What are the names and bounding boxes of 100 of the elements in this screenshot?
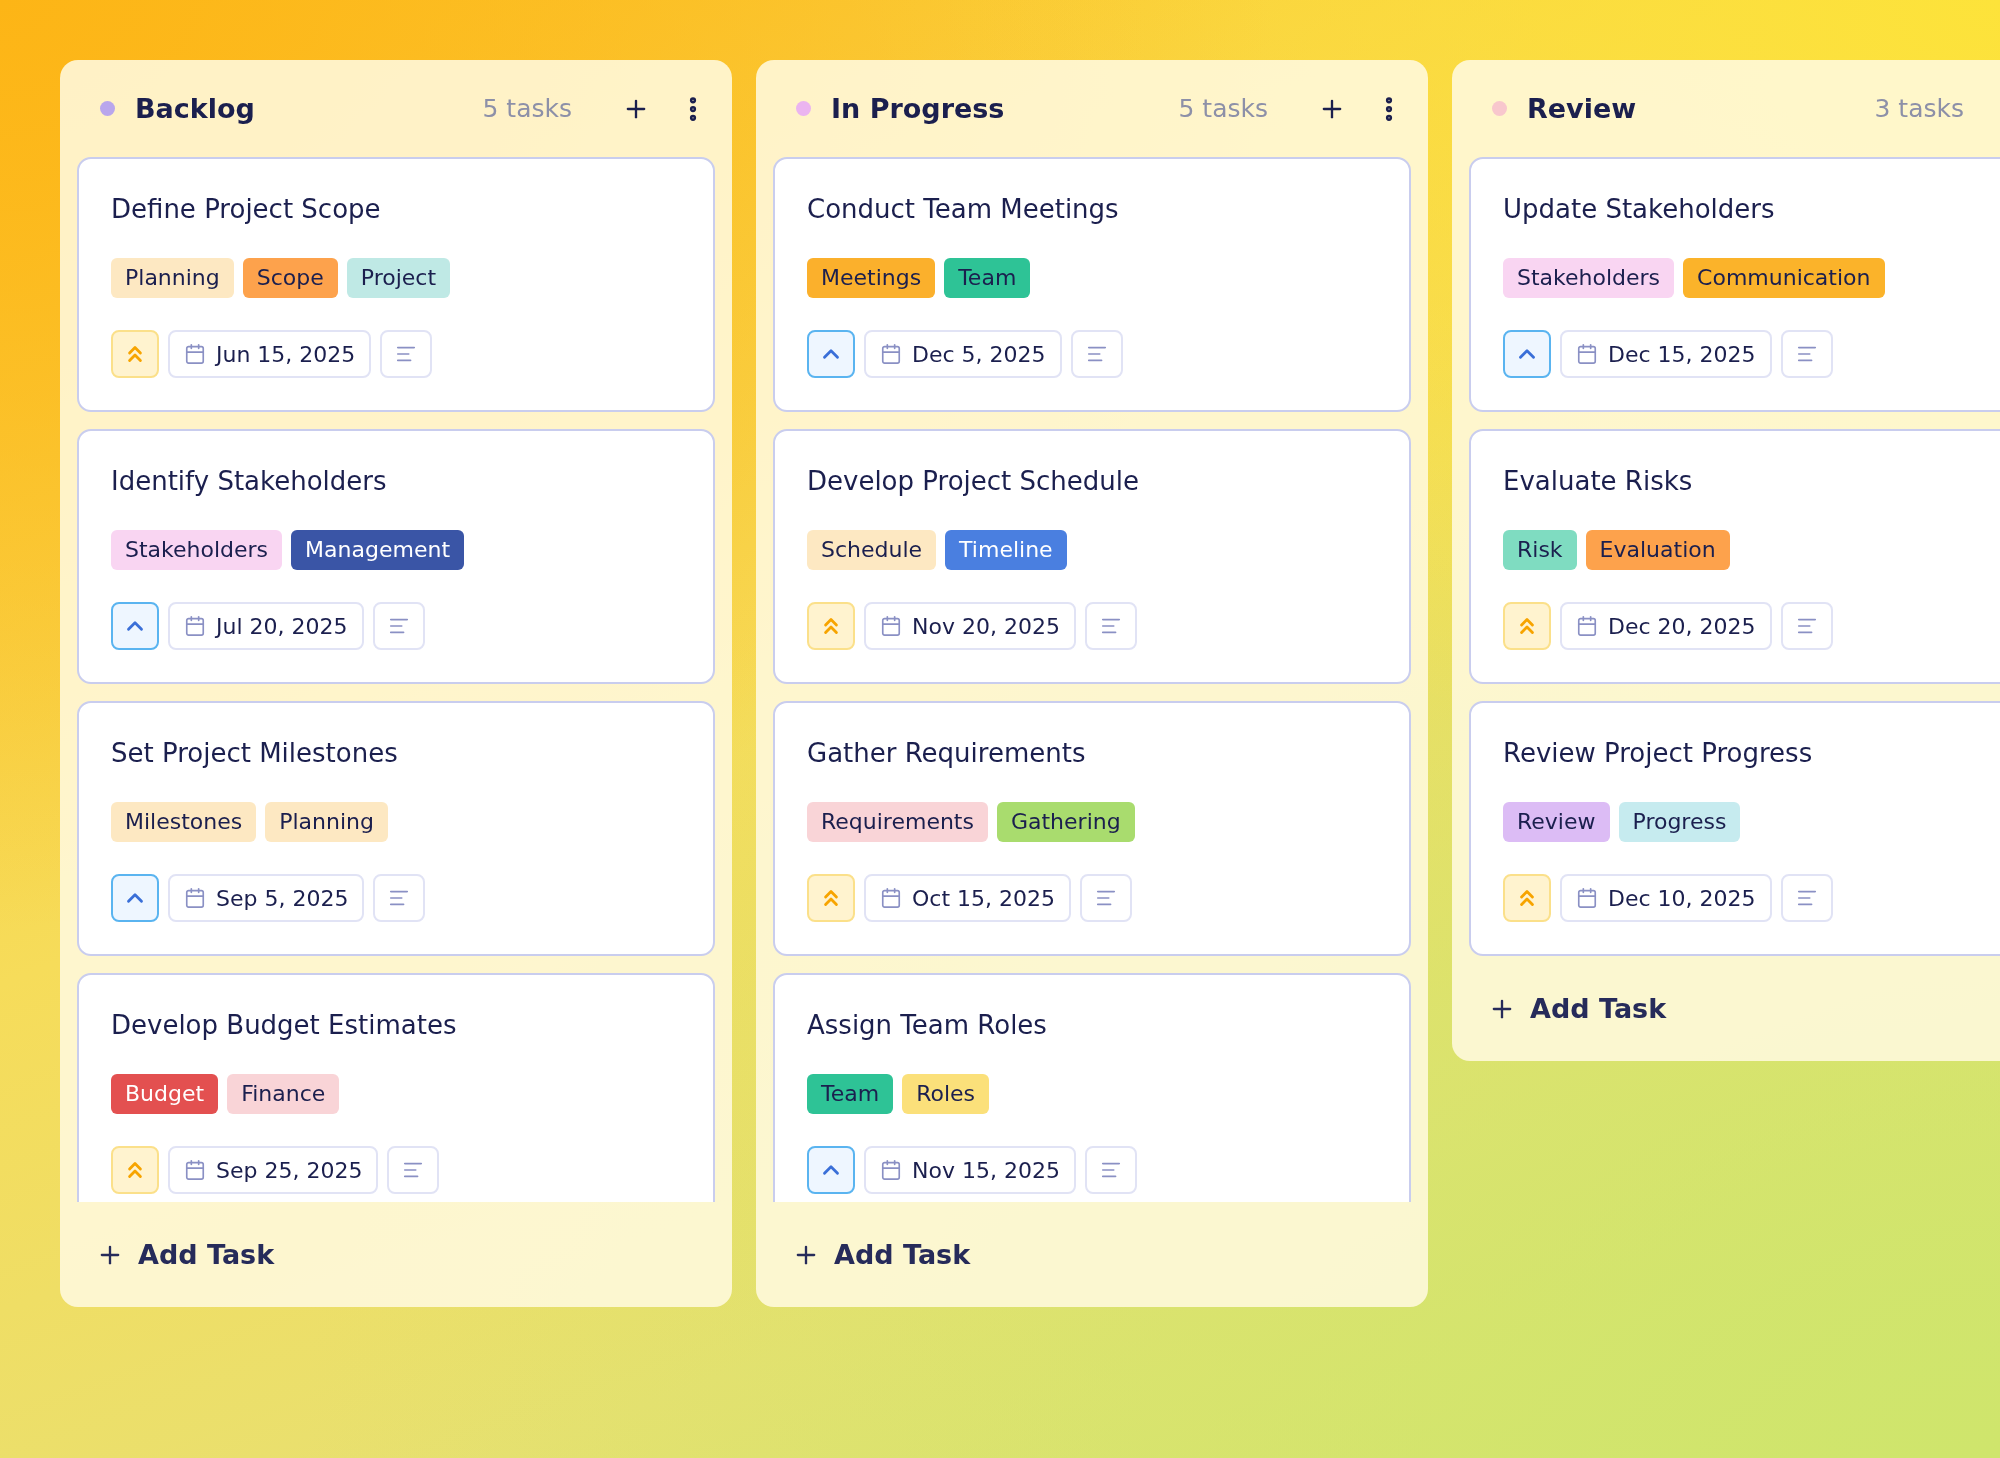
due-date: Dec 20, 2025: [1608, 613, 1756, 639]
task-card[interactable]: Review Project Progress Review Progress Dec 10, 2025: [1469, 701, 2000, 956]
calendar-icon: [880, 887, 902, 909]
task-count: 3 tasks: [1874, 94, 1964, 123]
notes-button[interactable]: [380, 330, 433, 378]
tag: Review: [1503, 802, 1610, 842]
due-date-button[interactable]: Sep 5, 2025: [168, 874, 365, 922]
task-title: Define Project Scope: [111, 194, 381, 224]
calendar-icon: [1576, 615, 1598, 637]
tag: Stakeholders: [111, 530, 283, 570]
tag: Evaluation: [1585, 530, 1730, 570]
task-title: Conduct Team Meetings: [807, 194, 1119, 224]
calendar-icon: [184, 615, 206, 637]
due-date: Jun 15, 2025: [216, 341, 356, 367]
tag: Timeline: [945, 530, 1067, 570]
task-card[interactable]: Conduct Team Meetings Meetings Team Dec 5, 2025: [773, 157, 1411, 412]
add-task-button[interactable]: Add Task: [756, 1202, 971, 1307]
calendar-icon: [880, 615, 902, 637]
tag: Progress: [1618, 802, 1741, 842]
tag: Project: [346, 258, 451, 298]
column-title: Review: [1527, 93, 1638, 124]
due-date-button[interactable]: Oct 15, 2025: [864, 874, 1071, 922]
due-date-button[interactable]: Dec 5, 2025: [864, 330, 1062, 378]
task-card[interactable]: Set Project Milestones Milestones Planning Sep 5, 2025: [77, 701, 715, 956]
calendar-icon: [1576, 343, 1598, 365]
due-date-button[interactable]: Jul 20, 2025: [168, 602, 364, 650]
due-date: Nov 20, 2025: [912, 613, 1060, 639]
notes-button[interactable]: [1780, 874, 1833, 922]
due-date-button[interactable]: Dec 20, 2025: [1560, 602, 1772, 650]
task-count: 5 tasks: [482, 94, 572, 123]
tag: Risk: [1503, 530, 1577, 570]
task-card[interactable]: Develop Budget Estimates Budget Finance Sep 25, 2025: [77, 973, 715, 1202]
due-date: Oct 15, 2025: [912, 885, 1055, 911]
due-date-button[interactable]: Jun 15, 2025: [168, 330, 372, 378]
priority-button[interactable]: [807, 330, 855, 378]
due-date: Dec 15, 2025: [1608, 341, 1756, 367]
priority-button[interactable]: [111, 874, 159, 922]
due-date: Sep 5, 2025: [216, 885, 349, 911]
tag: Planning: [265, 802, 388, 842]
task-count: 5 tasks: [1178, 94, 1268, 123]
task-title: Evaluate Risks: [1503, 466, 1693, 496]
priority-button[interactable]: [1503, 330, 1551, 378]
task-title: Gather Requirements: [807, 738, 1086, 768]
notes-button[interactable]: [1070, 330, 1123, 378]
tag: Gathering: [996, 802, 1135, 842]
tag: Management: [291, 530, 465, 570]
due-date: Dec 10, 2025: [1608, 885, 1756, 911]
calendar-icon: [184, 343, 206, 365]
calendar-icon: [184, 1159, 206, 1181]
tag: Schedule: [807, 530, 937, 570]
tag: Team: [944, 258, 1031, 298]
notes-button[interactable]: [1080, 874, 1132, 922]
due-date: Sep 25, 2025: [216, 1157, 363, 1183]
task-card[interactable]: Develop Project Schedule Schedule Timeline Nov 20, 2025: [773, 429, 1411, 684]
task-card[interactable]: Define Project Scope Planning Scope Project Jun 15, 2025: [77, 157, 715, 412]
notes-button[interactable]: [1780, 330, 1833, 378]
tag: Scope: [242, 258, 338, 298]
task-title: Update Stakeholders: [1503, 194, 1775, 224]
due-date: Nov 15, 2025: [912, 1157, 1060, 1183]
calendar-icon: [880, 343, 902, 365]
notes-button[interactable]: [387, 1146, 440, 1194]
notes-button[interactable]: [372, 602, 425, 650]
due-date: Dec 5, 2025: [912, 341, 1046, 367]
notes-button[interactable]: [373, 874, 426, 922]
notes-button[interactable]: [1084, 602, 1137, 650]
due-date-button[interactable]: Nov 20, 2025: [864, 602, 1076, 650]
due-date-button[interactable]: Dec 15, 2025: [1560, 330, 1772, 378]
tag: Meetings: [807, 258, 936, 298]
task-card[interactable]: Gather Requirements Requirements Gathering Oct 15, 2025: [773, 701, 1411, 956]
tag: Communication: [1683, 258, 1885, 298]
priority-button[interactable]: [111, 602, 159, 650]
task-card[interactable]: Identify Stakeholders Stakeholders Management Jul 20, 2025: [77, 429, 715, 684]
tag: Stakeholders: [1503, 258, 1675, 298]
tag: Planning: [111, 258, 234, 298]
due-date-button[interactable]: Nov 15, 2025: [864, 1146, 1076, 1194]
task-title: Develop Project Schedule: [807, 466, 1139, 496]
tag: Milestones: [111, 802, 257, 842]
add-task-button[interactable]: Add Task: [60, 1202, 275, 1307]
task-title: Set Project Milestones: [111, 738, 398, 768]
task-card[interactable]: Assign Team Roles Team Roles Nov 15, 2025: [773, 973, 1411, 1202]
task-title: Review Project Progress: [1503, 738, 1813, 768]
tag: Team: [807, 1074, 894, 1114]
due-date: Jul 20, 2025: [216, 613, 348, 639]
column-title: Backlog: [135, 93, 256, 124]
task-card[interactable]: Evaluate Risks Risk Evaluation Dec 20, 2025: [1469, 429, 2000, 684]
notes-button[interactable]: [1780, 602, 1833, 650]
notes-button[interactable]: [1084, 1146, 1137, 1194]
add-task-button[interactable]: Add Task: [1452, 956, 1667, 1061]
column-title: In Progress: [831, 93, 1006, 124]
calendar-icon: [1576, 887, 1598, 909]
task-card[interactable]: Update Stakeholders Stakeholders Communication Dec 15, 2025: [1469, 157, 2000, 412]
tag: Finance: [227, 1074, 340, 1114]
calendar-icon: [880, 1159, 902, 1181]
priority-button[interactable]: [807, 1146, 855, 1194]
tag: Roles: [902, 1074, 990, 1114]
task-title: Identify Stakeholders: [111, 466, 387, 496]
due-date-button[interactable]: Dec 10, 2025: [1560, 874, 1772, 922]
due-date-button[interactable]: Sep 25, 2025: [168, 1146, 379, 1194]
tag: Requirements: [807, 802, 988, 842]
calendar-icon: [184, 887, 206, 909]
